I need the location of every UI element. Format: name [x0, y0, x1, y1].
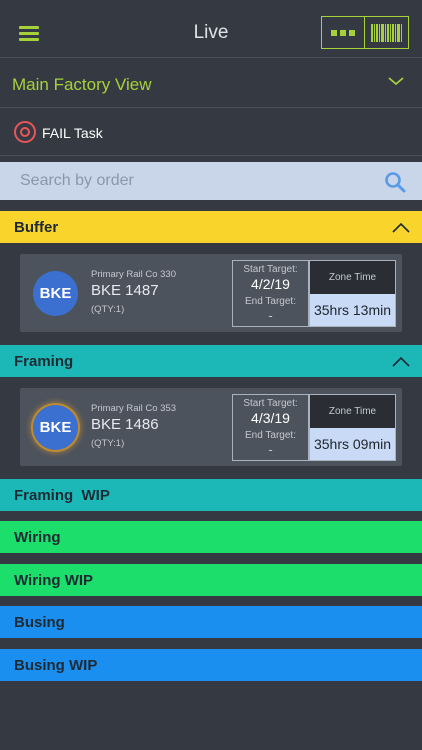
- header-actions: [321, 16, 409, 49]
- avatar: BKE: [33, 405, 78, 450]
- target-dates: Start Target: 4/3/19 End Target: -: [232, 394, 309, 461]
- more-options-button[interactable]: [321, 16, 365, 49]
- order-number: BKE 1487: [91, 282, 159, 299]
- barcode-scan-button[interactable]: [365, 16, 409, 49]
- section-label: Busing WIP: [14, 657, 98, 674]
- customer-name: Primary Rail Co 330: [91, 269, 176, 280]
- search-icon[interactable]: [384, 171, 406, 193]
- factory-selector[interactable]: Main Factory View: [0, 58, 422, 108]
- section-framing[interactable]: Framing: [0, 345, 422, 377]
- section-wiring[interactable]: Wiring: [0, 521, 422, 553]
- section-label: Wiring WIP: [14, 572, 94, 589]
- order-qty: (QTY:1): [91, 438, 125, 449]
- customer-name: Primary Rail Co 353: [91, 403, 176, 414]
- search-bar: [0, 162, 422, 200]
- section-busing-wip[interactable]: Busing WIP: [0, 649, 422, 681]
- fail-task-filter[interactable]: FAIL Task: [0, 108, 422, 156]
- order-card-bke-1487[interactable]: BKE Primary Rail Co 330 BKE 1487 (QTY:1)…: [20, 254, 402, 332]
- order-card-bke-1486[interactable]: BKE Primary Rail Co 353 BKE 1486 (QTY:1)…: [20, 388, 402, 466]
- order-qty: (QTY:1): [91, 304, 125, 315]
- target-dates: Start Target: 4/2/19 End Target: -: [232, 260, 309, 327]
- zone-time: Zone Time 35hrs 09min: [309, 394, 396, 461]
- chevron-up-icon: [392, 356, 410, 367]
- target-icon: [14, 121, 36, 143]
- zone-time-label: Zone Time: [310, 395, 395, 428]
- section-label: Framing: [14, 353, 74, 370]
- start-target-value: 4/2/19: [251, 276, 290, 292]
- start-target-label: Start Target:: [243, 398, 298, 409]
- end-target-value: -: [268, 442, 273, 457]
- zone-time-label: Zone Time: [310, 261, 395, 294]
- section-label: Framing WIP: [14, 487, 110, 504]
- chevron-up-icon: [392, 222, 410, 233]
- section-buffer[interactable]: Buffer: [0, 211, 422, 243]
- section-busing[interactable]: Busing: [0, 606, 422, 638]
- zone-time: Zone Time 35hrs 13min: [309, 260, 396, 327]
- barcode-icon: [371, 23, 402, 42]
- zone-time-value: 35hrs 09min: [310, 428, 395, 460]
- zone-time-value: 35hrs 13min: [310, 294, 395, 326]
- chevron-down-icon: [388, 77, 404, 86]
- section-wiring-wip[interactable]: Wiring WIP: [0, 564, 422, 596]
- section-framing-wip[interactable]: Framing WIP: [0, 479, 422, 511]
- start-target-label: Start Target:: [243, 264, 298, 275]
- search-input[interactable]: [0, 162, 422, 200]
- section-label: Busing: [14, 614, 65, 631]
- more-dots-icon: [331, 29, 355, 36]
- fail-task-label: FAIL Task: [42, 125, 103, 141]
- start-target-value: 4/3/19: [251, 410, 290, 426]
- order-number: BKE 1486: [91, 416, 159, 433]
- end-target-value: -: [268, 308, 273, 323]
- section-label: Buffer: [14, 219, 59, 236]
- top-bar: Live: [0, 0, 422, 58]
- end-target-label: End Target:: [245, 296, 296, 307]
- factory-selector-label: Main Factory View: [12, 75, 152, 94]
- avatar: BKE: [33, 271, 78, 316]
- end-target-label: End Target:: [245, 430, 296, 441]
- section-label: Wiring: [14, 529, 61, 546]
